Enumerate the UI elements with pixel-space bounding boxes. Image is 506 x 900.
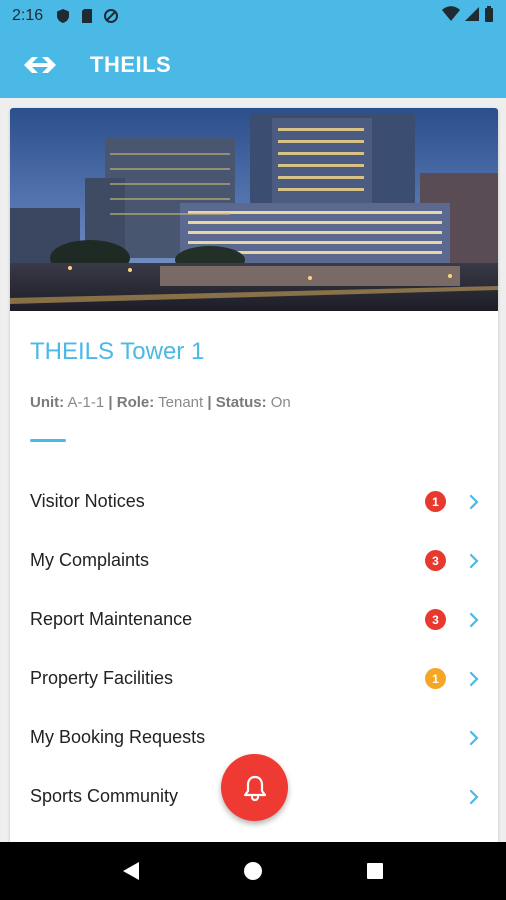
chevron-right-icon <box>469 553 479 568</box>
bell-icon <box>243 775 266 801</box>
menu-item-my-complaints[interactable]: My Complaints 3 <box>10 531 498 590</box>
property-meta: Unit: A-1-1 | Role: Tenant | Status: On <box>30 394 291 411</box>
recents-square-icon <box>367 863 383 879</box>
app-title: THEILS <box>90 52 172 77</box>
chevron-right-icon <box>469 789 479 804</box>
chevron-right-icon <box>469 494 479 509</box>
unit-value: A-1-1 <box>67 394 105 411</box>
role-label: Role: <box>116 394 155 411</box>
menu-item-property-facilities[interactable]: Property Facilities 1 <box>10 649 498 708</box>
notifications-fab[interactable] <box>221 754 288 821</box>
count-badge: 3 <box>425 609 446 630</box>
shield-icon <box>55 8 71 24</box>
system-nav-bar <box>0 842 506 900</box>
menu-item-label: My Booking Requests <box>30 727 206 747</box>
home-circle-icon <box>244 862 262 880</box>
menu-item-visitor-notices[interactable]: Visitor Notices 1 <box>10 472 498 531</box>
menu-item-label: Report Maintenance <box>30 609 193 629</box>
property-hero-image <box>10 108 498 311</box>
accent-divider <box>30 439 66 442</box>
status-time: 2:16 <box>12 7 44 24</box>
nav-recents-button[interactable] <box>363 859 387 883</box>
status-value: On <box>270 394 291 411</box>
meta-separator: | <box>207 394 212 411</box>
menu-item-label: My Complaints <box>30 550 150 570</box>
count-badge: 1 <box>425 491 446 512</box>
nav-home-button[interactable] <box>241 859 265 883</box>
role-value: Tenant <box>158 394 204 411</box>
battery-icon <box>484 5 494 27</box>
unit-label: Unit: <box>30 394 65 411</box>
signal-icon <box>464 6 480 27</box>
sd-card-icon <box>79 8 95 24</box>
menu-item-report-maintenance[interactable]: Report Maintenance 3 <box>10 590 498 649</box>
chevron-right-icon <box>469 671 479 686</box>
chevron-right-icon <box>469 730 479 745</box>
meta-separator: | <box>108 394 113 411</box>
nav-back-button[interactable] <box>119 859 143 883</box>
data-saver-icon <box>103 8 119 24</box>
count-badge: 1 <box>425 668 446 689</box>
menu-item-label: Visitor Notices <box>30 491 145 511</box>
wifi-icon <box>442 5 460 27</box>
status-right-group <box>442 5 494 27</box>
back-triangle-icon <box>123 862 139 880</box>
property-name: THEILS Tower 1 <box>30 338 205 365</box>
status-label: Status: <box>215 394 267 411</box>
property-card: THEILS Tower 1 Unit: A-1-1 | Role: Tenan… <box>10 108 498 848</box>
count-badge: 3 <box>425 550 446 571</box>
app-logo-icon[interactable] <box>22 53 58 77</box>
status-bar: 2:16 <box>0 0 506 32</box>
app-bar: THEILS <box>0 32 506 98</box>
menu-item-label: Property Facilities <box>30 668 174 688</box>
chevron-right-icon <box>469 612 479 627</box>
